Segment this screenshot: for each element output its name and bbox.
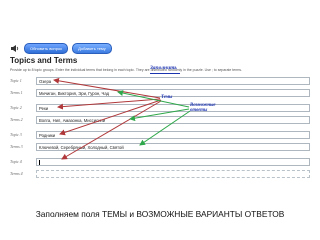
terms-row-3: Terms 3 Ключевой, Серебряный, Холодный, … bbox=[10, 143, 310, 152]
page-title: Topics and Terms bbox=[10, 56, 78, 65]
topic-input-3[interactable]: Родники bbox=[36, 131, 310, 139]
topic-row-1: Topic 1 Озера bbox=[10, 77, 310, 86]
speaker-icon[interactable] bbox=[10, 44, 20, 53]
terms-input-1[interactable]: Мичиган, Виктория, Эри, Гурон, Чад bbox=[36, 89, 310, 97]
add-topic-button[interactable]: Добавить тему bbox=[72, 42, 112, 54]
field-label: Topic 3 bbox=[10, 132, 22, 137]
terms-row-2: Terms 2 Волга, Нил, Амазонка, Миссисипи bbox=[10, 116, 310, 125]
field-label: Topic 4 bbox=[10, 159, 22, 164]
field-label: Topic 1 bbox=[10, 78, 22, 83]
toolbar: Обновить вопрос Добавить тему bbox=[10, 42, 112, 54]
annotation-answers: Возможные ответы bbox=[190, 103, 216, 114]
field-label: Topic 2 bbox=[10, 105, 22, 110]
instructions-text: Provide up to 8 topic groups. Enter the … bbox=[10, 68, 243, 72]
field-label: Terms 1 bbox=[10, 90, 23, 95]
field-label: Terms 2 bbox=[10, 117, 23, 122]
annotation-fill: Заполнить bbox=[150, 65, 177, 71]
terms-input-2[interactable]: Волга, Нил, Амазонка, Миссисипи bbox=[36, 116, 310, 124]
topic-row-3: Topic 3 Родники bbox=[10, 131, 310, 140]
terms-input-4[interactable] bbox=[36, 170, 310, 178]
field-label: Terms 3 bbox=[10, 144, 23, 149]
annotation-underline bbox=[150, 73, 180, 74]
text-cursor bbox=[39, 160, 40, 165]
terms-row-1: Terms 1 Мичиган, Виктория, Эри, Гурон, Ч… bbox=[10, 89, 310, 98]
annotation-topics: Темы bbox=[161, 95, 173, 100]
topic-input-2[interactable]: Реки bbox=[36, 104, 310, 112]
topic-input-1[interactable]: Озера bbox=[36, 77, 310, 85]
slide-caption: Заполняем поля ТЕМЫ и ВОЗМОЖНЫЕ ВАРИАНТЫ… bbox=[35, 209, 285, 219]
update-question-button[interactable]: Обновить вопрос bbox=[24, 42, 69, 54]
topic-row-2: Topic 2 Реки bbox=[10, 104, 310, 113]
topic-row-4: Topic 4 bbox=[10, 158, 310, 167]
field-label: Terms 4 bbox=[10, 171, 23, 176]
topic-input-4[interactable] bbox=[36, 158, 310, 166]
terms-input-3[interactable]: Ключевой, Серебряный, Холодный, Святой bbox=[36, 143, 310, 151]
terms-row-4: Terms 4 bbox=[10, 170, 310, 179]
